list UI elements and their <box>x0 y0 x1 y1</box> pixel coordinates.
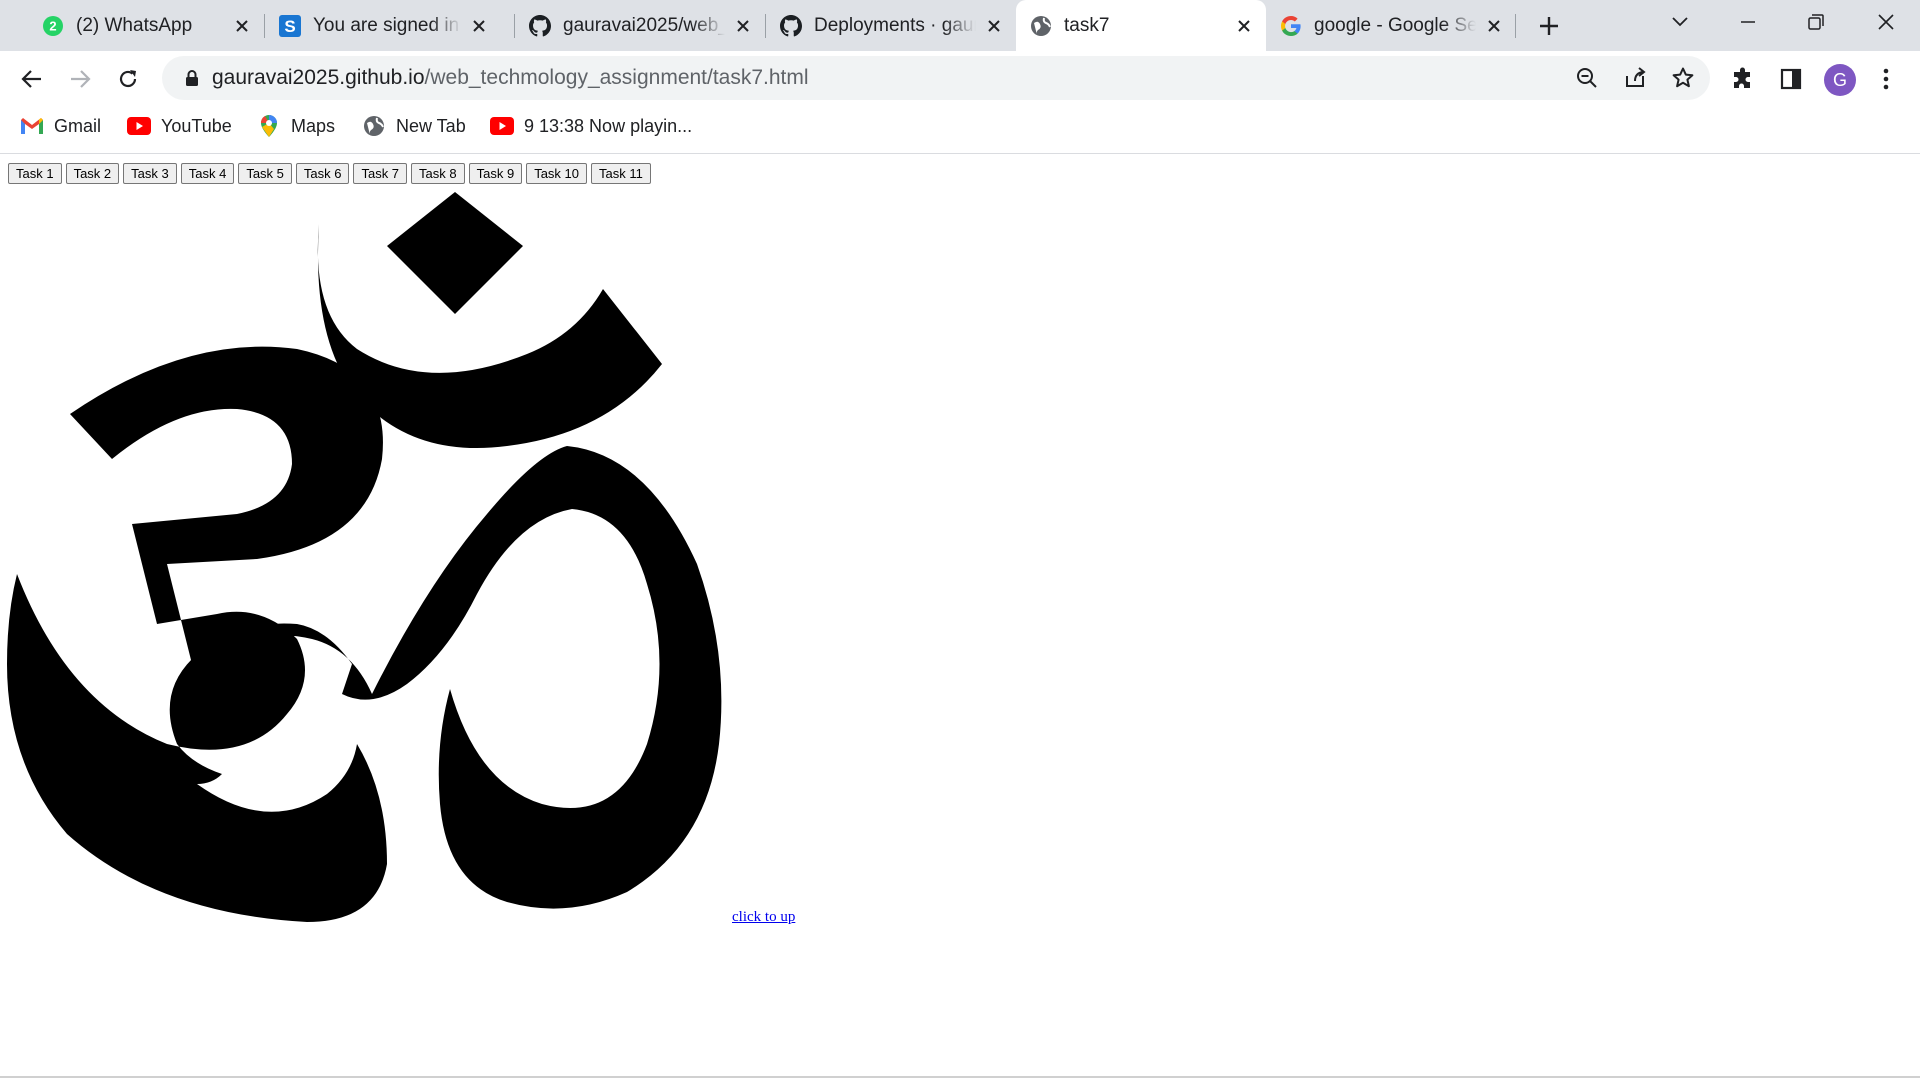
close-icon[interactable] <box>230 14 254 38</box>
task-1-button[interactable]: Task 1 <box>8 163 62 184</box>
svg-text:S: S <box>284 17 295 36</box>
close-icon[interactable] <box>1482 14 1506 38</box>
om-symbol-image <box>7 192 722 922</box>
address-bar[interactable]: gauravai2025.github.io/web_techmology_as… <box>162 56 1710 100</box>
tab-github-repo[interactable]: gauravai2025/web_techmology_assignment <box>515 0 765 51</box>
bookmark-label: 9 13:38 Now playin... <box>524 115 693 136</box>
task-10-button[interactable]: Task 10 <box>526 163 588 184</box>
url-path: /web_techmology_assignment/task7.html <box>424 66 809 89</box>
bookmark-label: YouTube <box>161 115 232 136</box>
bookmarks-bar: Gmail YouTube Maps New Tab 9 13:38 Now p… <box>0 106 1920 154</box>
gmail-icon <box>20 114 44 138</box>
bookmark-maps[interactable]: Maps <box>257 106 335 146</box>
close-icon[interactable] <box>467 14 491 38</box>
maps-icon <box>257 114 281 138</box>
bookmark-label: Maps <box>291 115 336 136</box>
close-icon[interactable] <box>982 14 1006 38</box>
tab-title: Deployments · gauravai2025 <box>814 14 976 36</box>
task-3-button[interactable]: Task 3 <box>123 163 177 184</box>
github-icon <box>780 14 802 37</box>
close-icon[interactable] <box>731 14 755 38</box>
youtube-icon <box>127 114 151 138</box>
close-window-button[interactable] <box>1856 0 1916 44</box>
tab-title: task7 <box>1064 14 1110 36</box>
tab-task7[interactable]: task7 <box>1016 0 1266 51</box>
tab-google-search[interactable]: google - Google Search <box>1266 0 1516 51</box>
reload-button[interactable] <box>108 59 148 99</box>
tab-whatsapp[interactable]: 2 (2) WhatsApp <box>28 0 264 51</box>
task-8-button[interactable]: Task 8 <box>411 163 465 184</box>
arrow-left-icon <box>21 70 41 88</box>
youtube-icon <box>490 114 514 138</box>
restore-button[interactable] <box>1786 0 1846 44</box>
tab-strip: 2 (2) WhatsApp S You are signed in as ga… <box>0 0 1920 51</box>
minimize-icon <box>1741 21 1755 23</box>
globe-icon <box>1030 15 1052 37</box>
click-to-up-link[interactable]: click to up <box>732 909 795 926</box>
task-nav: Task 1 Task 2 Task 3 Task 4 Task 5 Task … <box>8 163 651 184</box>
side-panel-button[interactable] <box>1771 59 1811 99</box>
google-icon <box>1280 15 1302 37</box>
more-vert-icon <box>1883 68 1889 90</box>
arrow-right-icon <box>71 70 91 88</box>
task-11-button[interactable]: Task 11 <box>591 163 651 184</box>
close-icon <box>1878 14 1894 30</box>
tab-divider <box>1515 14 1516 38</box>
lock-icon[interactable] <box>182 68 202 88</box>
tab-title: google - Google Search <box>1314 14 1476 36</box>
task-2-button[interactable]: Task 2 <box>65 163 120 184</box>
globe-icon <box>362 114 386 138</box>
extensions-button[interactable] <box>1723 59 1763 99</box>
avatar[interactable]: G <box>1824 64 1856 96</box>
zoom-out-icon[interactable] <box>1572 63 1602 93</box>
puzzle-icon <box>1734 67 1750 88</box>
reload-icon <box>119 70 137 88</box>
bookmark-new-tab[interactable]: New Tab <box>362 106 466 146</box>
tab-title: gauravai2025/web_techmology_assignment <box>563 14 725 36</box>
restore-icon <box>1808 14 1824 30</box>
tab-title: You are signed in as <box>313 14 461 36</box>
s-app-icon: S <box>279 14 301 37</box>
om-bindu <box>387 192 523 314</box>
side-panel-icon <box>1780 68 1802 90</box>
url-text[interactable]: gauravai2025.github.io/web_techmology_as… <box>212 56 809 100</box>
plus-icon <box>1540 17 1558 35</box>
om-body <box>7 346 722 922</box>
chevron-down-icon <box>1672 17 1688 27</box>
minimize-button[interactable] <box>1718 0 1778 44</box>
back-button[interactable] <box>12 59 52 99</box>
bookmark-label: Gmail <box>54 115 102 136</box>
browser-toolbar: gauravai2025.github.io/web_techmology_as… <box>0 51 1920 106</box>
window-bottom-border <box>0 1076 1920 1078</box>
task-7-button[interactable]: Task 7 <box>353 163 408 184</box>
star-icon[interactable] <box>1668 63 1698 93</box>
tab-signed-in[interactable]: S You are signed in as <box>265 0 501 51</box>
github-icon <box>529 14 551 37</box>
tab-title: (2) WhatsApp <box>76 14 193 36</box>
bookmark-label: New Tab <box>396 115 466 136</box>
svg-text:2: 2 <box>49 18 56 33</box>
share-icon[interactable] <box>1620 63 1650 93</box>
tab-deployments[interactable]: Deployments · gauravai2025 <box>766 0 1016 51</box>
whatsapp-icon: 2 <box>42 15 64 37</box>
tab-search-button[interactable] <box>1650 0 1710 44</box>
task-9-button[interactable]: Task 9 <box>468 163 523 184</box>
close-icon[interactable] <box>1232 14 1256 38</box>
task-4-button[interactable]: Task 4 <box>180 163 235 184</box>
forward-button[interactable] <box>60 59 100 99</box>
bookmark-gmail[interactable]: Gmail <box>20 106 101 146</box>
url-domain: gauravai2025.github.io <box>212 66 425 89</box>
page-viewport: Task 1 Task 2 Task 3 Task 4 Task 5 Task … <box>0 154 1920 1078</box>
new-tab-button[interactable] <box>1531 12 1567 40</box>
menu-button[interactable] <box>1866 59 1906 99</box>
task-5-button[interactable]: Task 5 <box>238 163 292 184</box>
task-6-button[interactable]: Task 6 <box>295 163 350 184</box>
bookmark-youtube[interactable]: YouTube <box>127 106 232 146</box>
bookmark-now-playing[interactable]: 9 13:38 Now playin... <box>490 106 692 146</box>
